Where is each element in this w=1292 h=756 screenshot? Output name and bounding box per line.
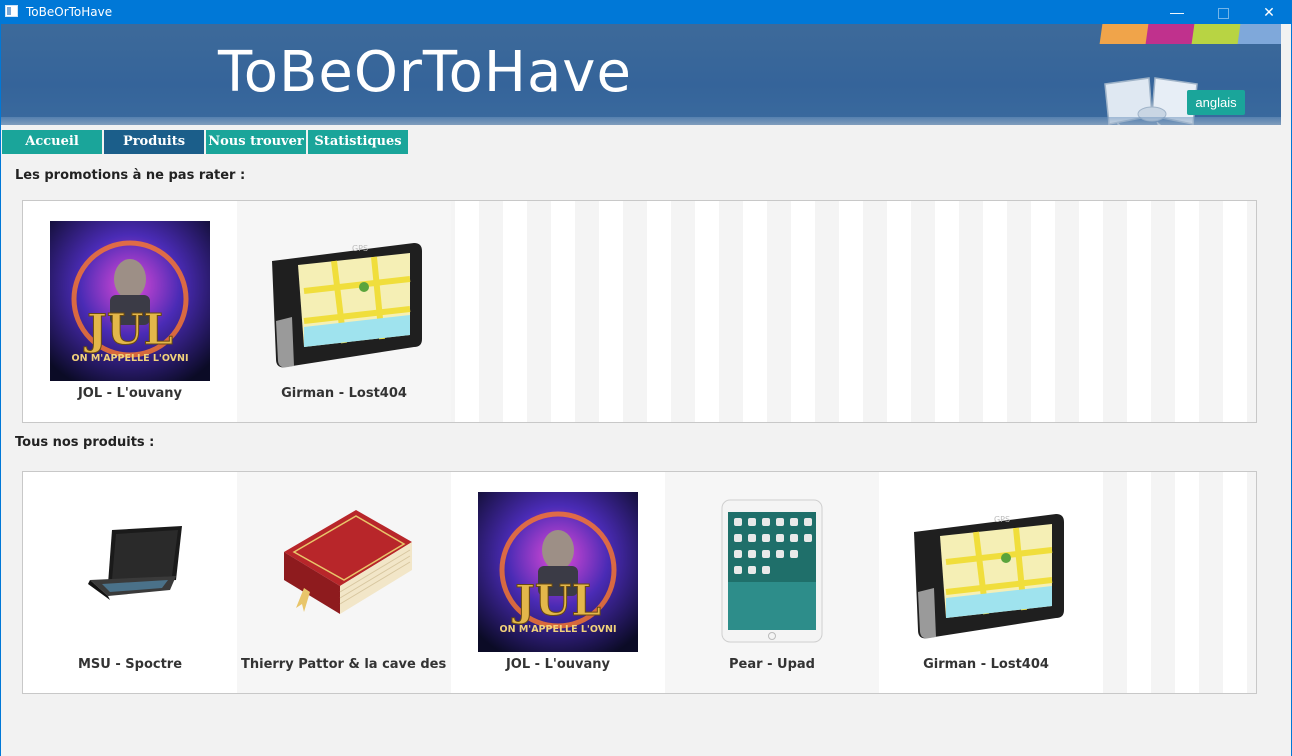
window-titlebar: ToBeOrToHave — ✕ [0,0,1292,24]
promo-card-girman[interactable]: GPS Girman - Lost404 [237,201,451,422]
product-card-thierry[interactable]: Thierry Pattor & la cave des ... [237,472,451,693]
app-icon [5,5,18,17]
products-heading: Tous nos produits : [15,435,155,450]
window-title: ToBeOrToHave [26,5,113,19]
product-label-girman: Girman - Lost404 [923,657,1049,672]
product-label-pear: Pear - Upad [729,657,815,672]
gps-brand-text: GPS [352,244,368,253]
maximize-button[interactable] [1200,0,1246,24]
promotions-heading: Les promotions à ne pas rater : [15,168,246,183]
album-cover-icon: JUL ON M'APPELLE L'OVNI [50,221,210,381]
banner-stripe-green [1191,24,1243,44]
window-frame-left [0,24,1,756]
album-logo-text: JUL [511,576,601,625]
tab-produits[interactable]: Produits [104,130,204,154]
header-banner: ToBeOrToHave [1,24,1281,125]
album-logo-text: JUL [83,305,173,354]
product-label-thierry: Thierry Pattor & la cave des ... [241,657,447,672]
banner-stripe-blue [1237,24,1281,44]
product-card-jol[interactable]: JUL ON M'APPELLE L'OVNI JOL - L'ouvany [451,472,665,693]
banner-stripe-magenta [1145,24,1197,44]
banner-stripe-orange [1099,24,1151,44]
close-button[interactable]: ✕ [1246,0,1292,24]
promo-label-jol: JOL - L'ouvany [77,386,183,401]
product-label-msu: MSU - Spoctre [77,657,183,672]
tablet-icon [721,499,823,643]
banner-shine [1,117,1281,125]
minimize-button[interactable]: — [1154,0,1200,24]
tab-accueil[interactable]: Accueil [2,130,102,154]
product-card-pear[interactable]: Pear - Upad [665,472,879,693]
banner-title: ToBeOrToHave [218,40,632,105]
tab-statistiques[interactable]: Statistiques [308,130,408,154]
product-card-msu[interactable]: MSU - Spoctre [23,472,237,693]
album-cover-icon: JUL ON M'APPELLE L'OVNI [478,492,638,652]
album-subtitle-text: ON M'APPELLE L'OVNI [72,353,189,364]
product-label-jol: JOL - L'ouvany [505,657,611,672]
laptop-icon [88,526,182,600]
gps-device-icon: GPS [272,243,422,368]
products-panel: MSU - Spoctre Thierry Pattor & la cave d… [22,471,1257,694]
album-subtitle-text: ON M'APPELLE L'OVNI [500,624,617,635]
tab-nous-trouver[interactable]: Nous trouver [206,130,306,154]
promo-label-girman: Girman - Lost404 [281,386,407,401]
gps-brand-text: GPS [994,515,1010,524]
maximize-icon [1217,7,1229,19]
promo-card-jol[interactable]: JUL ON M'APPELLE L'OVNI JOL - L'ouvany [23,201,237,422]
product-card-girman[interactable]: GPS Girman - Lost404 [879,472,1093,693]
promotions-panel: JUL ON M'APPELLE L'OVNI JOL - L'ouvany G… [22,200,1257,423]
book-icon [284,510,412,614]
gps-device-icon: GPS [914,514,1064,639]
language-button[interactable]: anglais [1187,90,1245,115]
